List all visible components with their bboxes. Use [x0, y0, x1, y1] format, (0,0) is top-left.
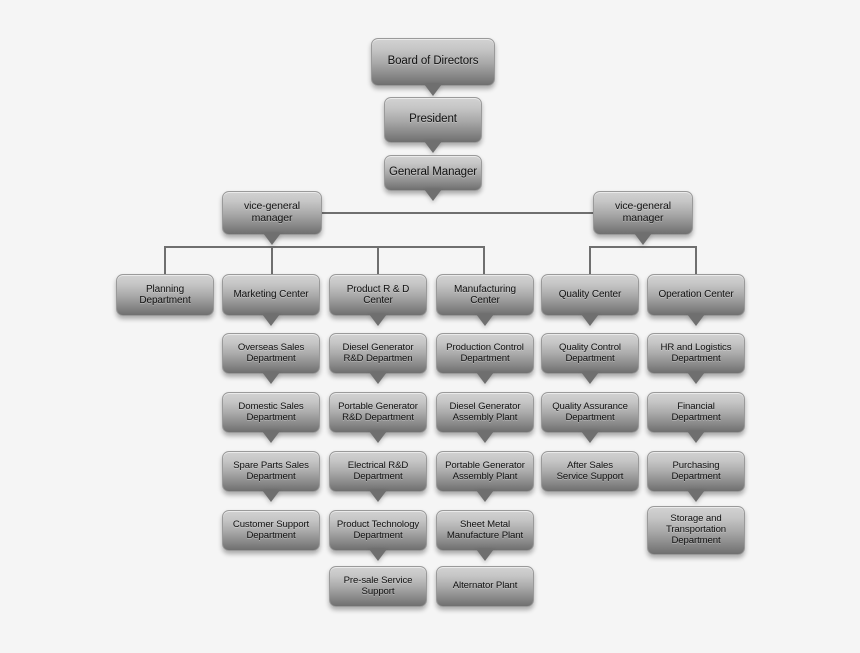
org-node-label: Board of Directors [387, 55, 479, 68]
org-node-prd[interactable]: Product R & D Center [329, 274, 427, 316]
org-node-label: Storage and Transportation Department [665, 513, 727, 546]
org-node-quality[interactable]: Quality Center [541, 274, 639, 316]
org-node-presale[interactable]: Pre-sale Service Support [329, 566, 427, 607]
org-node-label: Diesel Generator R&D Departmen [342, 341, 414, 364]
org-chart: Board of Directors President General Manag… [0, 0, 860, 653]
org-node-label: Quality Center [558, 289, 622, 301]
org-node-aftersales[interactable]: After Sales Service Support [541, 451, 639, 492]
org-node-label: vice-general manager [615, 200, 671, 224]
org-node-label: Planning Department [139, 283, 191, 306]
org-node-vgm-right[interactable]: vice-general manager [593, 191, 693, 235]
org-node-sheetmetal[interactable]: Sheet Metal Manufacture Plant [436, 510, 534, 551]
org-node-label: After Sales Service Support [556, 459, 624, 482]
org-node-prodtech[interactable]: Product Technology Department [329, 510, 427, 551]
org-node-portablerd[interactable]: Portable Generator R&D Department [329, 392, 427, 433]
org-node-president[interactable]: President [384, 97, 482, 143]
org-node-label: Quality Control Department [559, 341, 621, 364]
org-node-domestic[interactable]: Domestic Sales Department [222, 392, 320, 433]
org-node-label: Product R & D Center [346, 283, 410, 306]
org-node-marketing[interactable]: Marketing Center [222, 274, 320, 316]
org-node-custsupport[interactable]: Customer Support Department [222, 510, 320, 551]
org-node-storage[interactable]: Storage and Transportation Department [647, 506, 745, 555]
org-node-label: Financial Department [671, 400, 721, 423]
org-node-label: Portable Generator Assembly Plant [445, 459, 525, 482]
org-node-label: Purchasing Department [671, 459, 721, 482]
org-node-label: President [409, 113, 457, 126]
org-node-label: Sheet Metal Manufacture Plant [446, 518, 524, 541]
org-node-hrlog[interactable]: HR and Logistics Department [647, 333, 745, 374]
org-node-label: Product Technology Department [336, 518, 420, 541]
org-node-label: vice-general manager [244, 200, 300, 224]
org-node-qctrl[interactable]: Quality Control Department [541, 333, 639, 374]
org-node-dieselasm[interactable]: Diesel Generator Assembly Plant [436, 392, 534, 433]
org-node-overseas[interactable]: Overseas Sales Department [222, 333, 320, 374]
org-node-vgm-left[interactable]: vice-general manager [222, 191, 322, 235]
org-node-label: Marketing Center [233, 289, 309, 301]
org-node-prodctrl[interactable]: Production Control Department [436, 333, 534, 374]
org-node-label: Customer Support Department [232, 518, 310, 541]
org-node-manufacturing[interactable]: Manufacturing Center [436, 274, 534, 316]
org-node-purchasing[interactable]: Purchasing Department [647, 451, 745, 492]
org-node-financial[interactable]: Financial Department [647, 392, 745, 433]
org-node-label: Quality Assurance Department [552, 400, 628, 423]
org-node-label: HR and Logistics Department [660, 341, 732, 364]
org-node-planning[interactable]: Planning Department [116, 274, 214, 316]
org-node-label: Diesel Generator Assembly Plant [449, 400, 521, 423]
org-node-label: Operation Center [658, 289, 734, 301]
connector-left-branch [164, 246, 485, 281]
org-node-label: Domestic Sales Department [238, 400, 304, 423]
org-node-label: Overseas Sales Department [237, 341, 305, 364]
org-node-label: Portable Generator R&D Department [338, 400, 418, 423]
org-node-qassure[interactable]: Quality Assurance Department [541, 392, 639, 433]
org-node-board[interactable]: Board of Directors [371, 38, 495, 86]
org-node-label: Manufacturing Center [453, 283, 517, 306]
org-node-label: General Manager [389, 166, 477, 179]
org-node-gm[interactable]: General Manager [384, 155, 482, 191]
org-node-electricalrd[interactable]: Electrical R&D Department [329, 451, 427, 492]
org-node-label: Production Control Department [446, 341, 524, 364]
org-node-portableasm[interactable]: Portable Generator Assembly Plant [436, 451, 534, 492]
org-node-label: Spare Parts Sales Department [233, 459, 309, 482]
org-node-label: Pre-sale Service Support [343, 574, 413, 597]
org-node-operation[interactable]: Operation Center [647, 274, 745, 316]
org-node-label: Alternator Plant [452, 580, 518, 592]
org-node-spareparts[interactable]: Spare Parts Sales Department [222, 451, 320, 492]
org-node-alternator[interactable]: Alternator Plant [436, 566, 534, 607]
org-node-dieselrd[interactable]: Diesel Generator R&D Departmen [329, 333, 427, 374]
org-node-label: Electrical R&D Department [347, 459, 409, 482]
